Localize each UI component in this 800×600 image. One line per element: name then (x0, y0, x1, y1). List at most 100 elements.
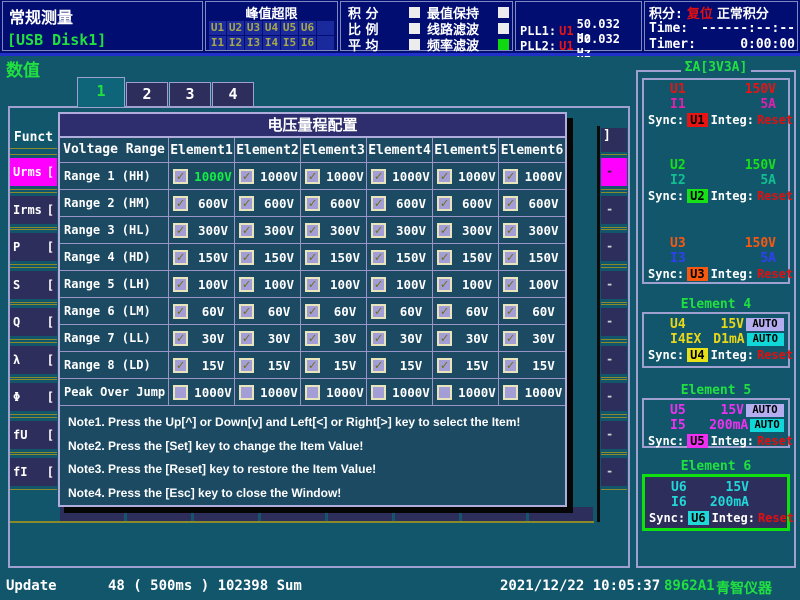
range-cell[interactable]: ✓60V (169, 298, 235, 324)
range-cell[interactable]: ✓150V (301, 244, 367, 270)
range-checkbox[interactable]: ✓ (305, 331, 320, 346)
range-cell[interactable]: 1000V (433, 379, 499, 405)
range-cell[interactable]: ✓1000V (367, 163, 433, 189)
range-cell[interactable]: ✓300V (235, 217, 301, 243)
range-cell[interactable]: ✓60V (433, 298, 499, 324)
range-checkbox[interactable]: ✓ (437, 169, 452, 184)
range-cell[interactable]: ✓60V (499, 298, 565, 324)
tab-3[interactable]: 3 (169, 82, 211, 107)
range-checkbox[interactable]: ✓ (371, 223, 386, 238)
range-checkbox[interactable]: ✓ (503, 304, 518, 319)
range-cell[interactable]: ✓15V (433, 352, 499, 378)
range-checkbox[interactable]: ✓ (503, 196, 518, 211)
range-checkbox[interactable]: ✓ (239, 250, 254, 265)
function-row-fu[interactable]: fU[ (10, 421, 57, 449)
function-row-urms[interactable]: Urms[ (10, 158, 57, 186)
range-cell[interactable]: ✓300V (301, 217, 367, 243)
range-cell[interactable]: ✓150V (367, 244, 433, 270)
range-checkbox[interactable]: ✓ (371, 196, 386, 211)
range-checkbox[interactable]: ✓ (437, 250, 452, 265)
range-checkbox[interactable] (173, 385, 188, 400)
range-checkbox[interactable]: ✓ (173, 331, 188, 346)
range-cell[interactable]: ✓30V (301, 325, 367, 351)
range-checkbox[interactable] (305, 385, 320, 400)
range-cell[interactable]: ✓300V (367, 217, 433, 243)
range-cell[interactable]: ✓1000V (499, 163, 565, 189)
range-checkbox[interactable]: ✓ (437, 277, 452, 292)
range-cell[interactable]: ✓100V (235, 271, 301, 297)
range-checkbox[interactable]: ✓ (503, 223, 518, 238)
range-cell[interactable]: ✓60V (367, 298, 433, 324)
range-checkbox[interactable]: ✓ (503, 277, 518, 292)
function-row-fi[interactable]: fI[ (10, 458, 57, 486)
range-cell[interactable]: ✓600V (169, 190, 235, 216)
range-checkbox[interactable]: ✓ (371, 169, 386, 184)
range-checkbox[interactable]: ✓ (305, 358, 320, 373)
range-cell[interactable]: ✓30V (499, 325, 565, 351)
range-checkbox[interactable]: ✓ (371, 304, 386, 319)
range-checkbox[interactable]: ✓ (305, 277, 320, 292)
range-cell[interactable]: ✓30V (169, 325, 235, 351)
tab-1[interactable]: 1 (77, 77, 125, 107)
range-checkbox[interactable]: ✓ (371, 250, 386, 265)
range-checkbox[interactable]: ✓ (437, 223, 452, 238)
range-cell[interactable]: ✓30V (433, 325, 499, 351)
range-cell[interactable]: ✓100V (367, 271, 433, 297)
range-cell[interactable]: ✓1000V (169, 163, 235, 189)
range-checkbox[interactable]: ✓ (371, 331, 386, 346)
range-cell[interactable]: ✓150V (499, 244, 565, 270)
range-checkbox[interactable]: ✓ (239, 196, 254, 211)
range-checkbox[interactable]: ✓ (503, 250, 518, 265)
range-checkbox[interactable] (371, 385, 386, 400)
range-checkbox[interactable]: ✓ (305, 304, 320, 319)
range-cell[interactable]: ✓1000V (433, 163, 499, 189)
range-cell[interactable]: ✓15V (301, 352, 367, 378)
tab-4[interactable]: 4 (212, 82, 254, 107)
range-cell[interactable]: 1000V (235, 379, 301, 405)
range-checkbox[interactable]: ✓ (239, 358, 254, 373)
range-checkbox[interactable]: ✓ (173, 223, 188, 238)
range-checkbox[interactable] (239, 385, 254, 400)
function-row-φ[interactable]: Φ[ (10, 383, 57, 411)
range-cell[interactable]: ✓15V (499, 352, 565, 378)
range-checkbox[interactable]: ✓ (503, 358, 518, 373)
range-cell[interactable]: ✓15V (169, 352, 235, 378)
range-cell[interactable]: ✓300V (169, 217, 235, 243)
range-cell[interactable]: ✓300V (433, 217, 499, 243)
range-checkbox[interactable]: ✓ (503, 169, 518, 184)
range-checkbox[interactable]: ✓ (173, 304, 188, 319)
range-checkbox[interactable]: ✓ (239, 169, 254, 184)
range-cell[interactable]: ✓60V (235, 298, 301, 324)
range-checkbox[interactable]: ✓ (173, 277, 188, 292)
range-checkbox[interactable]: ✓ (437, 196, 452, 211)
function-row-irms[interactable]: Irms[ (10, 196, 57, 224)
range-cell[interactable]: ✓600V (433, 190, 499, 216)
range-cell[interactable]: ✓1000V (235, 163, 301, 189)
range-cell[interactable]: ✓600V (235, 190, 301, 216)
range-cell[interactable]: ✓100V (499, 271, 565, 297)
range-cell[interactable]: ✓600V (301, 190, 367, 216)
range-checkbox[interactable]: ✓ (173, 169, 188, 184)
range-cell[interactable]: ✓30V (235, 325, 301, 351)
range-checkbox[interactable]: ✓ (305, 223, 320, 238)
range-checkbox[interactable]: ✓ (239, 223, 254, 238)
range-checkbox[interactable]: ✓ (305, 196, 320, 211)
range-checkbox[interactable]: ✓ (305, 250, 320, 265)
range-cell[interactable]: 1000V (301, 379, 367, 405)
range-cell[interactable]: ✓100V (169, 271, 235, 297)
range-cell[interactable]: 1000V (499, 379, 565, 405)
range-checkbox[interactable]: ✓ (503, 331, 518, 346)
range-cell[interactable]: ✓15V (367, 352, 433, 378)
range-cell[interactable]: ✓1000V (301, 163, 367, 189)
range-cell[interactable]: ✓15V (235, 352, 301, 378)
range-checkbox[interactable]: ✓ (173, 250, 188, 265)
function-row-p[interactable]: P[ (10, 233, 57, 261)
range-checkbox[interactable]: ✓ (371, 277, 386, 292)
range-checkbox[interactable]: ✓ (305, 169, 320, 184)
function-row-q[interactable]: Q[ (10, 308, 57, 336)
range-checkbox[interactable]: ✓ (239, 331, 254, 346)
range-cell[interactable]: ✓600V (499, 190, 565, 216)
range-checkbox[interactable]: ✓ (437, 331, 452, 346)
range-cell[interactable]: ✓150V (433, 244, 499, 270)
range-cell[interactable]: ✓30V (367, 325, 433, 351)
